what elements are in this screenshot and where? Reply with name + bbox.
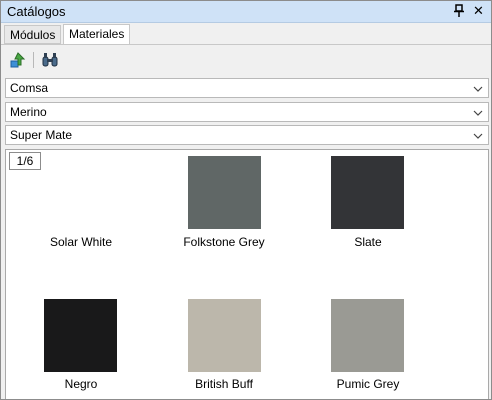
collection-value: Merino: [10, 105, 47, 119]
material-swatch[interactable]: [44, 299, 117, 372]
search-button[interactable]: [39, 50, 61, 72]
material-gallery[interactable]: 1/6 Solar White Folkstone Grey Slate Neg…: [5, 149, 489, 399]
material-label: Slate: [354, 235, 382, 249]
tab-strip: Módulos Materiales: [1, 23, 491, 45]
material-label: Negro: [64, 377, 98, 391]
finish-select[interactable]: Super Mate: [5, 125, 489, 145]
finish-value: Super Mate: [10, 128, 73, 142]
page-indicator: 1/6: [9, 152, 41, 170]
material-swatch[interactable]: [188, 299, 261, 372]
material-swatch[interactable]: [44, 156, 117, 229]
material-label: Pumic Grey: [336, 377, 400, 391]
manufacturer-select[interactable]: Comsa: [5, 78, 489, 98]
material-label: Folkstone Grey: [183, 235, 265, 249]
chevron-down-icon: [473, 130, 483, 140]
tab-divider: [1, 44, 491, 45]
material-label: British Buff: [195, 377, 253, 391]
material-label: Solar White: [49, 235, 113, 249]
panel-title: Catálogos: [7, 4, 66, 19]
material-swatch[interactable]: [331, 299, 404, 372]
tab-materiales[interactable]: Materiales: [63, 24, 131, 45]
manufacturer-value: Comsa: [10, 81, 49, 95]
catalogs-panel: Catálogos ✕ Módulos Materiales Comsa Mer…: [0, 0, 492, 400]
chevron-down-icon: [473, 107, 483, 117]
collection-select[interactable]: Merino: [5, 102, 489, 122]
tab-modulos[interactable]: Módulos: [4, 25, 62, 44]
import-icon: [9, 51, 27, 72]
panel-titlebar[interactable]: Catálogos ✕: [1, 1, 491, 23]
close-icon[interactable]: ✕: [473, 4, 484, 18]
import-button[interactable]: [7, 50, 29, 72]
pin-icon[interactable]: [453, 4, 465, 18]
material-swatch[interactable]: [188, 156, 261, 229]
material-swatch[interactable]: [331, 156, 404, 229]
toolbar: [1, 46, 491, 74]
toolbar-separator: [33, 52, 34, 68]
chevron-down-icon: [473, 83, 483, 93]
binoculars-icon: [41, 51, 59, 72]
